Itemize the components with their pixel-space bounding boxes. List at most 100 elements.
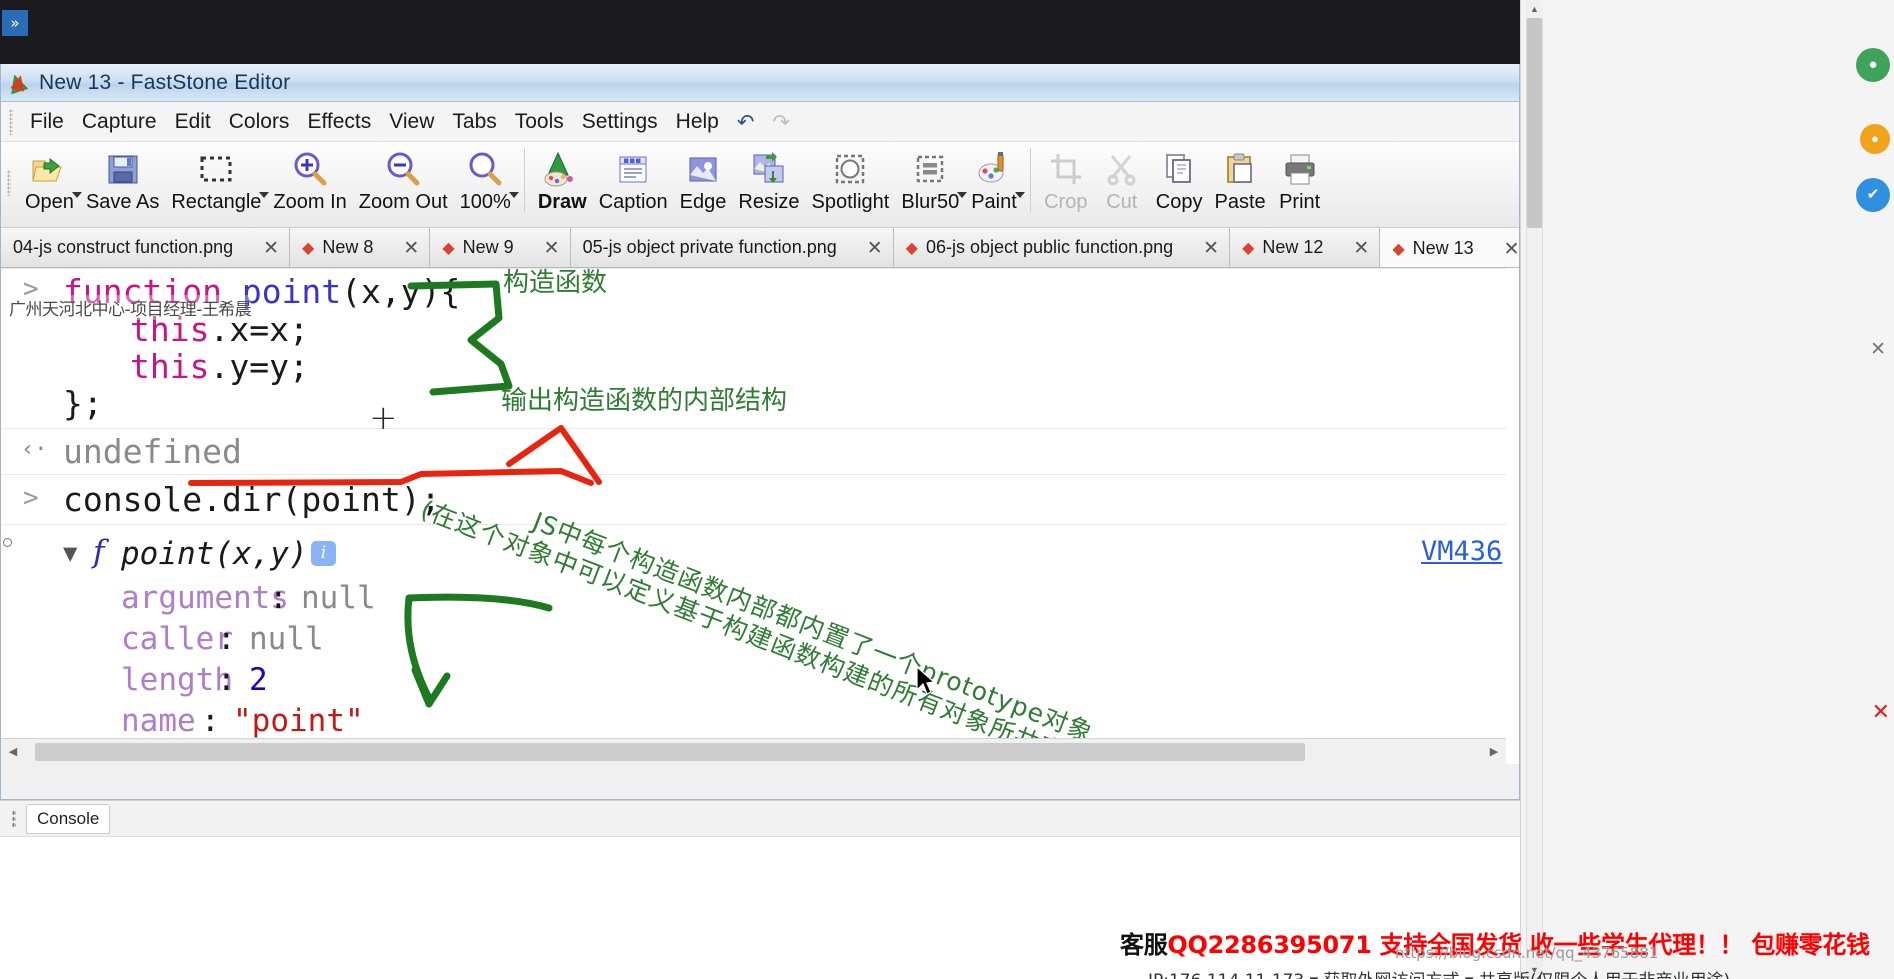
hscroll-thumb[interactable] (35, 742, 1305, 761)
document-tab[interactable]: ◆ New 9 ✕ (430, 228, 571, 267)
toolbar-dropdown-caret-icon[interactable] (1014, 192, 1025, 198)
toolbar-button-open[interactable]: Open (19, 142, 82, 226)
edited-screenshot: > function point(x,y){ this.x=x; this.y=… (1, 268, 1506, 738)
tab-close-icon[interactable]: ✕ (263, 237, 279, 259)
document-tab-label: 06-js object public function.png (925, 237, 1174, 257)
close-overlay-icon[interactable]: ✕ (1870, 338, 1886, 361)
toolbar-grip[interactable] (7, 170, 11, 196)
code-line-5: console.dir(point); (63, 480, 441, 519)
property-name: name (121, 703, 196, 738)
menu-capture[interactable]: Capture (73, 108, 166, 136)
console-object-header[interactable]: ▼ f point(x,y) i (1, 534, 1506, 578)
toolbar-button-label: Save As (85, 191, 160, 213)
toolbar-button-resize[interactable]: Resize (732, 142, 805, 226)
vscroll-thumb[interactable] (1527, 18, 1542, 228)
menu-colors[interactable]: Colors (220, 108, 299, 136)
scroll-right-arrow-icon[interactable]: ▶ (1482, 740, 1506, 764)
toolbar-button-label: Crop (1044, 191, 1088, 213)
undo-icon[interactable]: ↶ (728, 110, 764, 134)
tab-close-icon[interactable]: ✕ (403, 237, 419, 259)
menu-edit[interactable]: Edit (166, 108, 220, 136)
toolbar-button-zoom-in[interactable]: Zoom In (267, 142, 352, 226)
menu-settings[interactable]: Settings (573, 108, 667, 136)
toolbar: Open Save As Rectangle Zoom In Zoom Out 1… (1, 142, 1519, 228)
browser-dark-strip: » (0, 0, 1520, 64)
menu-help[interactable]: Help (667, 108, 728, 136)
toolbar-button-paste[interactable]: Paste (1208, 142, 1271, 226)
toolbar-dropdown-caret-icon[interactable] (508, 192, 519, 198)
tab-close-icon[interactable]: ✕ (1203, 237, 1219, 259)
document-tab-label: New 13 (1412, 238, 1474, 258)
toolbar-button-caption[interactable]: Caption (593, 142, 674, 226)
property-value: 2 (249, 662, 268, 698)
toolbar-button-cut: Cut (1094, 142, 1150, 226)
draw-palette-icon (541, 148, 583, 190)
menubar: File Capture Edit Colors Effects View Ta… (1, 102, 1519, 142)
toolbar-button-label: Rectangle (171, 191, 262, 213)
toolbar-button-label: Resize (738, 191, 800, 213)
side-blue-button[interactable]: ✔ (1856, 178, 1890, 212)
mouse-pointer-icon (916, 666, 936, 695)
function-glyph: f (93, 534, 105, 570)
menubar-grip[interactable] (9, 108, 13, 135)
vpn-status-line: IP:176.114.11.173 ▾ 获取外网访问方式 ▾ 共享版(仅限个人用… (1148, 966, 1730, 979)
scroll-up-arrow-icon[interactable]: ▲ (1526, 0, 1543, 18)
more-options-icon[interactable] (12, 809, 16, 828)
result-chevron-icon: ‹· (21, 437, 48, 462)
annotation-output-structure: 输出构造函数的内部结构 (501, 386, 788, 416)
expand-chevron-icon[interactable]: » (2, 10, 28, 36)
side-green-button[interactable]: ● (1856, 48, 1890, 82)
copy-icon (1158, 148, 1200, 190)
document-tab[interactable]: ◆ New 12 ✕ (1230, 228, 1381, 267)
toolbar-button-rectangle[interactable]: Rectangle (165, 142, 270, 226)
image-canvas[interactable]: > function point(x,y){ this.x=x; this.y=… (1, 268, 1519, 764)
toolbar-button-label: Draw (537, 191, 587, 213)
canvas-horizontal-scrollbar[interactable]: ◀ ▶ (1, 738, 1506, 764)
toolbar-button-edge[interactable]: Edge (674, 142, 733, 226)
document-tab[interactable]: 04-js construct function.png ✕ (1, 228, 291, 267)
tab-close-icon[interactable]: ✕ (544, 237, 560, 259)
menu-tools[interactable]: Tools (506, 108, 573, 136)
toolbar-button-paint[interactable]: Paint (965, 142, 1025, 226)
document-tab-label: New 8 (322, 237, 374, 257)
scroll-left-arrow-icon[interactable]: ◀ (1, 740, 25, 764)
toolbar-button-save-as[interactable]: Save As (80, 142, 165, 226)
floppy-disk-icon (102, 148, 144, 190)
open-folder-icon (28, 148, 70, 190)
property-colon: : (217, 621, 236, 657)
tab-modified-marker-icon: ◆ (1242, 237, 1255, 257)
info-icon[interactable]: i (311, 541, 336, 566)
tab-close-icon[interactable]: ✕ (867, 237, 883, 259)
menu-file[interactable]: File (21, 108, 73, 136)
side-orange-button[interactable]: ● (1860, 124, 1890, 154)
menu-tabs[interactable]: Tabs (443, 108, 505, 136)
document-tab[interactable]: ◆ 06-js object public function.png ✕ (893, 228, 1231, 267)
document-tab[interactable]: ◆ New 13 ✕ (1380, 228, 1519, 267)
resize-handle[interactable] (3, 538, 12, 547)
toolbar-button-print[interactable]: Print (1272, 142, 1328, 226)
toolbar-button-label: Caption (598, 191, 668, 213)
expand-triangle-icon[interactable]: ▼ (63, 539, 77, 567)
toolbar-button-blur50[interactable]: Blur50 (895, 142, 968, 226)
close-promo-icon[interactable]: ✕ (1872, 700, 1890, 725)
document-tab[interactable]: ◆ New 8 ✕ (290, 228, 431, 267)
toolbar-button-label: Zoom In (273, 191, 347, 213)
tab-close-icon[interactable]: ✕ (1504, 238, 1519, 260)
menu-effects[interactable]: Effects (298, 108, 380, 136)
tab-console[interactable]: Console (26, 803, 111, 834)
console-result-undefined: ‹· undefined (1, 432, 1506, 474)
magnifier-minus-icon (382, 148, 424, 190)
document-tab[interactable]: 05-js object private function.png ✕ (570, 228, 894, 267)
toolbar-button-zoom-out[interactable]: Zoom Out (353, 142, 454, 226)
tab-close-icon[interactable]: ✕ (1353, 237, 1369, 259)
paint-icon (973, 148, 1015, 190)
menu-view[interactable]: View (380, 108, 443, 136)
toolbar-button-copy[interactable]: Copy (1150, 142, 1209, 226)
hscroll-track[interactable] (25, 740, 1482, 764)
toolbar-button-draw[interactable]: Draw (532, 142, 593, 226)
vm-source-link[interactable]: VM436 (1421, 536, 1502, 567)
dashed-rect-icon (195, 148, 237, 190)
toolbar-button-100-[interactable]: 100% (454, 142, 519, 226)
crosshair-cursor-icon: + (369, 398, 398, 438)
toolbar-button-spotlight[interactable]: Spotlight (806, 142, 896, 226)
